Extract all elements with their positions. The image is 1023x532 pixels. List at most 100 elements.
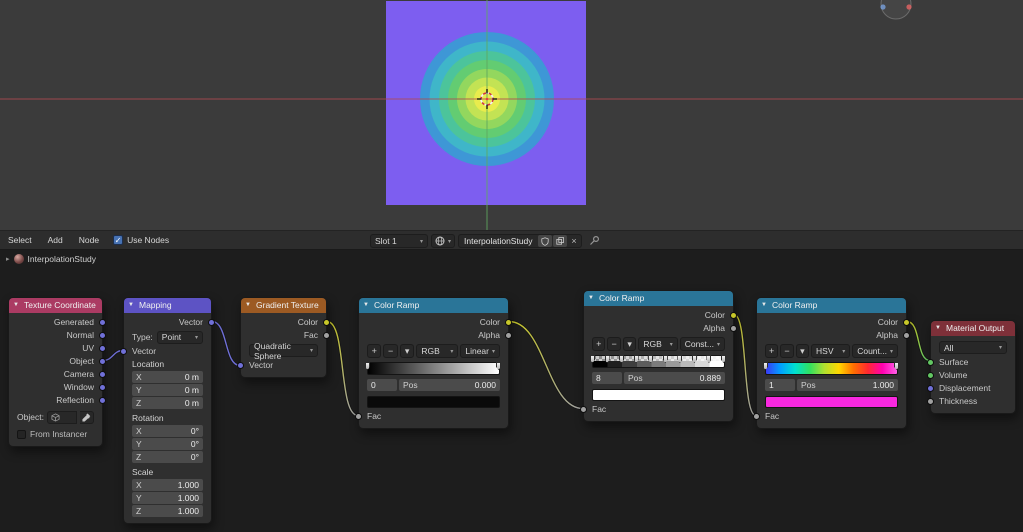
socket-reflection[interactable] bbox=[99, 397, 106, 404]
stop-position-field[interactable]: Pos 0.000 bbox=[399, 379, 500, 391]
stop-index-field[interactable]: 0 bbox=[367, 379, 397, 391]
socket-alpha-out[interactable] bbox=[505, 332, 512, 339]
node-material-output[interactable]: ▼ Material Output All ▾ Surface Volume D… bbox=[927, 320, 1016, 414]
socket-generated[interactable] bbox=[99, 319, 106, 326]
add-stop-button[interactable]: + bbox=[765, 344, 779, 358]
stop-position-field[interactable]: Pos 0.889 bbox=[624, 372, 725, 384]
node-header[interactable]: ▼ Material Output bbox=[931, 321, 1015, 336]
ramp-options-button[interactable]: ▾ bbox=[795, 344, 810, 358]
3d-viewport[interactable] bbox=[0, 0, 1023, 230]
socket-camera[interactable] bbox=[99, 371, 106, 378]
menu-add[interactable]: Add bbox=[40, 235, 71, 245]
add-stop-button[interactable]: + bbox=[592, 337, 606, 351]
node-header[interactable]: ▼ Color Ramp bbox=[584, 291, 733, 306]
slot-dropdown[interactable]: Slot 1 ▾ bbox=[370, 234, 428, 248]
socket-volume-in[interactable] bbox=[927, 372, 934, 379]
socket-color-out[interactable] bbox=[903, 319, 910, 326]
menu-node[interactable]: Node bbox=[71, 235, 107, 245]
stop-position-field[interactable]: Pos 1.000 bbox=[797, 379, 898, 391]
from-instancer-checkbox[interactable] bbox=[17, 429, 26, 439]
color-mode-dropdown[interactable]: RGB ▾ bbox=[416, 344, 459, 358]
pin-icon[interactable] bbox=[589, 235, 600, 248]
socket-color-out[interactable] bbox=[505, 319, 512, 326]
use-nodes-checkbox[interactable]: ✓ bbox=[113, 235, 124, 245]
stop-color-swatch[interactable] bbox=[592, 389, 725, 401]
fake-user-button[interactable] bbox=[537, 235, 552, 247]
node-header[interactable]: ▼ Mapping bbox=[124, 298, 211, 313]
target-dropdown[interactable]: All ▾ bbox=[939, 341, 1007, 354]
node-color-ramp-2[interactable]: ▼ Color Ramp Color Alpha + − ▾ RGB ▾ Cons… bbox=[580, 290, 737, 422]
scale-z-field[interactable]: Z 1.000 bbox=[132, 505, 203, 517]
browse-material-button[interactable]: ▾ bbox=[431, 234, 456, 248]
node-gradient-texture[interactable]: ▼ Gradient Texture Color Fac Quadratic S… bbox=[237, 297, 330, 378]
material-name-field[interactable]: InterpolationStudy × bbox=[458, 234, 582, 248]
ramp-options-button[interactable]: ▾ bbox=[399, 344, 415, 358]
node-color-ramp-3[interactable]: ▼ Color Ramp Color Alpha + − ▾ HSV ▾ Coun… bbox=[753, 297, 910, 429]
collapse-icon[interactable]: ▼ bbox=[128, 298, 134, 313]
shader-node-editor[interactable]: ▸ InterpolationStudy ▼ Texture Coordinat… bbox=[0, 250, 1023, 532]
socket-object[interactable] bbox=[99, 358, 106, 365]
socket-thickness-in[interactable] bbox=[927, 398, 934, 405]
socket-vector-out[interactable] bbox=[208, 319, 215, 326]
add-stop-button[interactable]: + bbox=[367, 344, 382, 358]
collapse-icon[interactable]: ▼ bbox=[761, 298, 767, 313]
ramp-gradient-bar[interactable] bbox=[590, 355, 726, 368]
location-y-field[interactable]: Y 0 m bbox=[132, 384, 203, 396]
socket-surface-in[interactable] bbox=[927, 359, 934, 366]
scale-y-field[interactable]: Y 1.000 bbox=[132, 492, 203, 504]
socket-alpha-out[interactable] bbox=[730, 325, 737, 332]
node-header[interactable]: ▼ Color Ramp bbox=[359, 298, 508, 313]
object-field[interactable] bbox=[46, 410, 77, 424]
socket-fac-in[interactable] bbox=[580, 406, 587, 413]
socket-fac-in[interactable] bbox=[355, 413, 362, 420]
delete-stop-button[interactable]: − bbox=[780, 344, 794, 358]
rotation-x-field[interactable]: X 0° bbox=[132, 425, 203, 437]
rotation-z-field[interactable]: Z 0° bbox=[132, 451, 203, 463]
ramp-options-button[interactable]: ▾ bbox=[622, 337, 637, 351]
socket-displacement-in[interactable] bbox=[927, 385, 934, 392]
socket-fac-in[interactable] bbox=[753, 413, 760, 420]
socket-window[interactable] bbox=[99, 384, 106, 391]
use-nodes-toggle[interactable]: ✓ Use Nodes bbox=[113, 235, 169, 245]
ramp-gradient-bar[interactable] bbox=[365, 362, 501, 375]
socket-fac-out[interactable] bbox=[323, 332, 330, 339]
socket-normal[interactable] bbox=[99, 332, 106, 339]
socket-color-out[interactable] bbox=[730, 312, 737, 319]
stop-index-field[interactable]: 1 bbox=[765, 379, 795, 391]
mapping-type-dropdown[interactable]: Point ▾ bbox=[156, 330, 203, 344]
socket-alpha-out[interactable] bbox=[903, 332, 910, 339]
gradient-type-dropdown[interactable]: Quadratic Sphere ▾ bbox=[249, 341, 318, 361]
from-instancer-toggle[interactable]: From Instancer bbox=[9, 427, 102, 441]
collapse-icon[interactable]: ▼ bbox=[588, 291, 594, 306]
unlink-material-button[interactable]: × bbox=[568, 236, 581, 246]
interpolation-dropdown[interactable]: Const... ▾ bbox=[679, 337, 726, 351]
eyedropper-button[interactable] bbox=[80, 410, 94, 424]
location-x-field[interactable]: X 0 m bbox=[132, 371, 203, 383]
material-name[interactable]: InterpolationStudy bbox=[459, 236, 538, 246]
new-material-button[interactable] bbox=[552, 235, 567, 247]
collapse-icon[interactable]: ▼ bbox=[245, 298, 251, 313]
scale-x-field[interactable]: X 1.000 bbox=[132, 479, 203, 491]
collapse-icon[interactable]: ▼ bbox=[363, 298, 369, 313]
interpolation-dropdown[interactable]: Count... ▾ bbox=[852, 344, 898, 358]
socket-vector-in[interactable] bbox=[237, 362, 244, 369]
node-color-ramp-1[interactable]: ▼ Color Ramp Color Alpha + − ▾ RGB ▾ Line… bbox=[355, 297, 512, 429]
stop-color-swatch[interactable] bbox=[367, 396, 500, 408]
color-mode-dropdown[interactable]: HSV ▾ bbox=[811, 344, 851, 358]
node-texture-coordinate[interactable]: ▼ Texture Coordinate Generated Normal UV… bbox=[8, 297, 106, 447]
menu-select[interactable]: Select bbox=[0, 235, 40, 245]
node-header[interactable]: ▼ Texture Coordinate bbox=[9, 298, 102, 313]
delete-stop-button[interactable]: − bbox=[607, 337, 621, 351]
interpolation-dropdown[interactable]: Linear ▾ bbox=[460, 344, 501, 358]
socket-uv[interactable] bbox=[99, 345, 106, 352]
stop-color-swatch[interactable] bbox=[765, 396, 898, 408]
collapse-icon[interactable]: ▼ bbox=[935, 321, 941, 336]
stop-index-field[interactable]: 8 bbox=[592, 372, 622, 384]
delete-stop-button[interactable]: − bbox=[383, 344, 398, 358]
node-header[interactable]: ▼ Gradient Texture bbox=[241, 298, 326, 313]
socket-color-out[interactable] bbox=[323, 319, 330, 326]
socket-vector-in[interactable] bbox=[120, 348, 127, 355]
node-header[interactable]: ▼ Color Ramp bbox=[757, 298, 906, 313]
color-mode-dropdown[interactable]: RGB ▾ bbox=[638, 337, 678, 351]
ramp-gradient-bar[interactable] bbox=[763, 362, 899, 375]
